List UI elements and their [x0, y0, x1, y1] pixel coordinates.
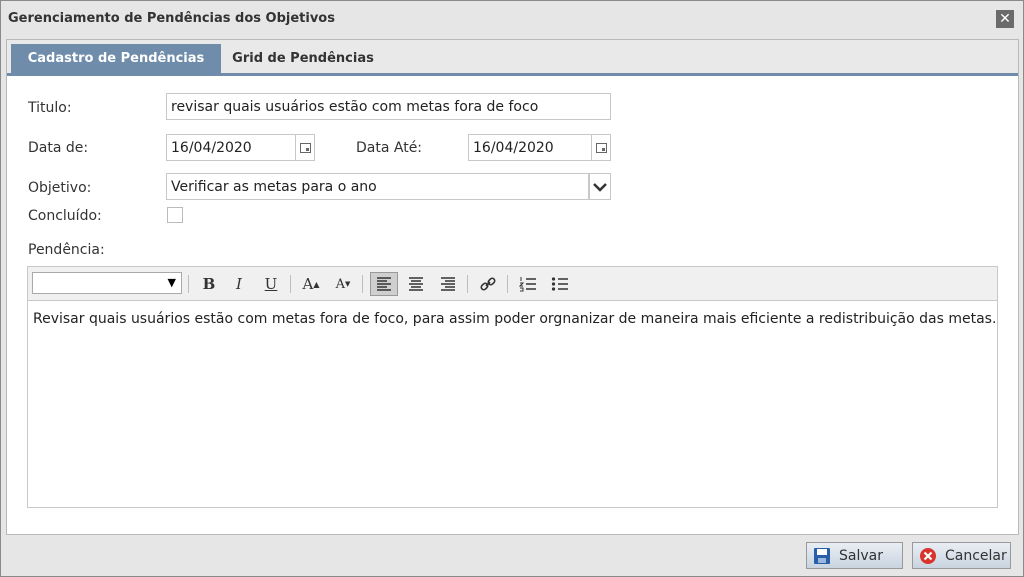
italic-button[interactable]: I [226, 272, 252, 296]
toolbar-separator [467, 275, 468, 293]
triangle-up-icon: ▲ [313, 279, 320, 289]
align-left-button[interactable] [370, 272, 398, 296]
unordered-list-button[interactable] [547, 272, 573, 296]
tab-grid-de-pendencias[interactable]: Grid de Pendências [223, 44, 383, 73]
titulo-label: Titulo: [28, 100, 72, 116]
objetivo-label: Objetivo: [28, 180, 92, 196]
link-icon [480, 277, 496, 291]
triangle-down-icon: ▼ [167, 276, 176, 289]
cancel-button[interactable]: Cancelar [912, 542, 1011, 569]
chevron-down-icon[interactable] [589, 173, 611, 200]
data-ate-label: Data Até: [356, 140, 423, 156]
cancel-label: Cancelar [945, 547, 1007, 564]
font-select[interactable]: ▼ [32, 272, 182, 294]
link-button[interactable] [475, 272, 501, 296]
pendencia-label: Pendência: [28, 242, 105, 258]
align-center-icon [409, 277, 423, 291]
align-right-button[interactable] [435, 272, 461, 296]
toolbar-separator [188, 275, 189, 293]
rich-text-editor: ▼ B I U A ▲ A ▼ Revisar quais usuários e… [27, 266, 998, 508]
shrink-font-button[interactable]: A ▼ [330, 272, 356, 296]
concluido-checkbox[interactable] [167, 207, 183, 223]
align-right-icon [441, 277, 455, 291]
objetivo-select[interactable]: Verificar as metas para o ano [166, 173, 589, 200]
save-button[interactable]: Salvar [806, 542, 903, 569]
ordered-list-button[interactable] [515, 272, 541, 296]
tab-cadastro-de-pendencias[interactable]: Cadastro de Pendências [11, 44, 221, 73]
triangle-down-icon: ▼ [345, 280, 351, 288]
calendar-icon[interactable] [592, 134, 611, 161]
save-icon [814, 547, 830, 564]
data-ate-input[interactable]: 16/04/2020 [468, 134, 592, 161]
titulo-input[interactable]: revisar quais usuários estão com metas f… [166, 93, 611, 120]
shrink-font-label: A [335, 276, 345, 292]
editor-toolbar: ▼ B I U A ▲ A ▼ [28, 267, 997, 301]
dialog-titlebar: Gerenciamento de Pendências dos Objetivo… [1, 1, 1023, 37]
grow-font-button[interactable]: A ▲ [298, 272, 324, 296]
main-panel: Cadastro de Pendências Grid de Pendência… [6, 39, 1019, 535]
toolbar-separator [290, 275, 291, 293]
toolbar-separator [507, 275, 508, 293]
align-center-button[interactable] [403, 272, 429, 296]
ordered-list-icon [519, 277, 536, 292]
editor-content[interactable]: Revisar quais usuários estão com metas f… [33, 311, 996, 327]
toolbar-separator [362, 275, 363, 293]
dialog-title: Gerenciamento de Pendências dos Objetivo… [8, 11, 335, 26]
dialog-window: Gerenciamento de Pendências dos Objetivo… [0, 0, 1024, 577]
data-de-label: Data de: [28, 140, 89, 156]
calendar-icon[interactable] [296, 134, 315, 161]
align-left-icon [377, 277, 391, 291]
concluido-label: Concluído: [28, 208, 102, 224]
underline-button[interactable]: U [258, 272, 284, 296]
close-icon[interactable]: ✕ [996, 10, 1014, 28]
cancel-icon [920, 547, 936, 564]
tab-strip: Cadastro de Pendências Grid de Pendência… [7, 40, 1018, 76]
save-label: Salvar [839, 547, 883, 564]
bold-button[interactable]: B [196, 272, 222, 296]
grow-font-label: A [302, 275, 314, 293]
unordered-list-icon [551, 277, 568, 291]
data-de-input[interactable]: 16/04/2020 [166, 134, 296, 161]
